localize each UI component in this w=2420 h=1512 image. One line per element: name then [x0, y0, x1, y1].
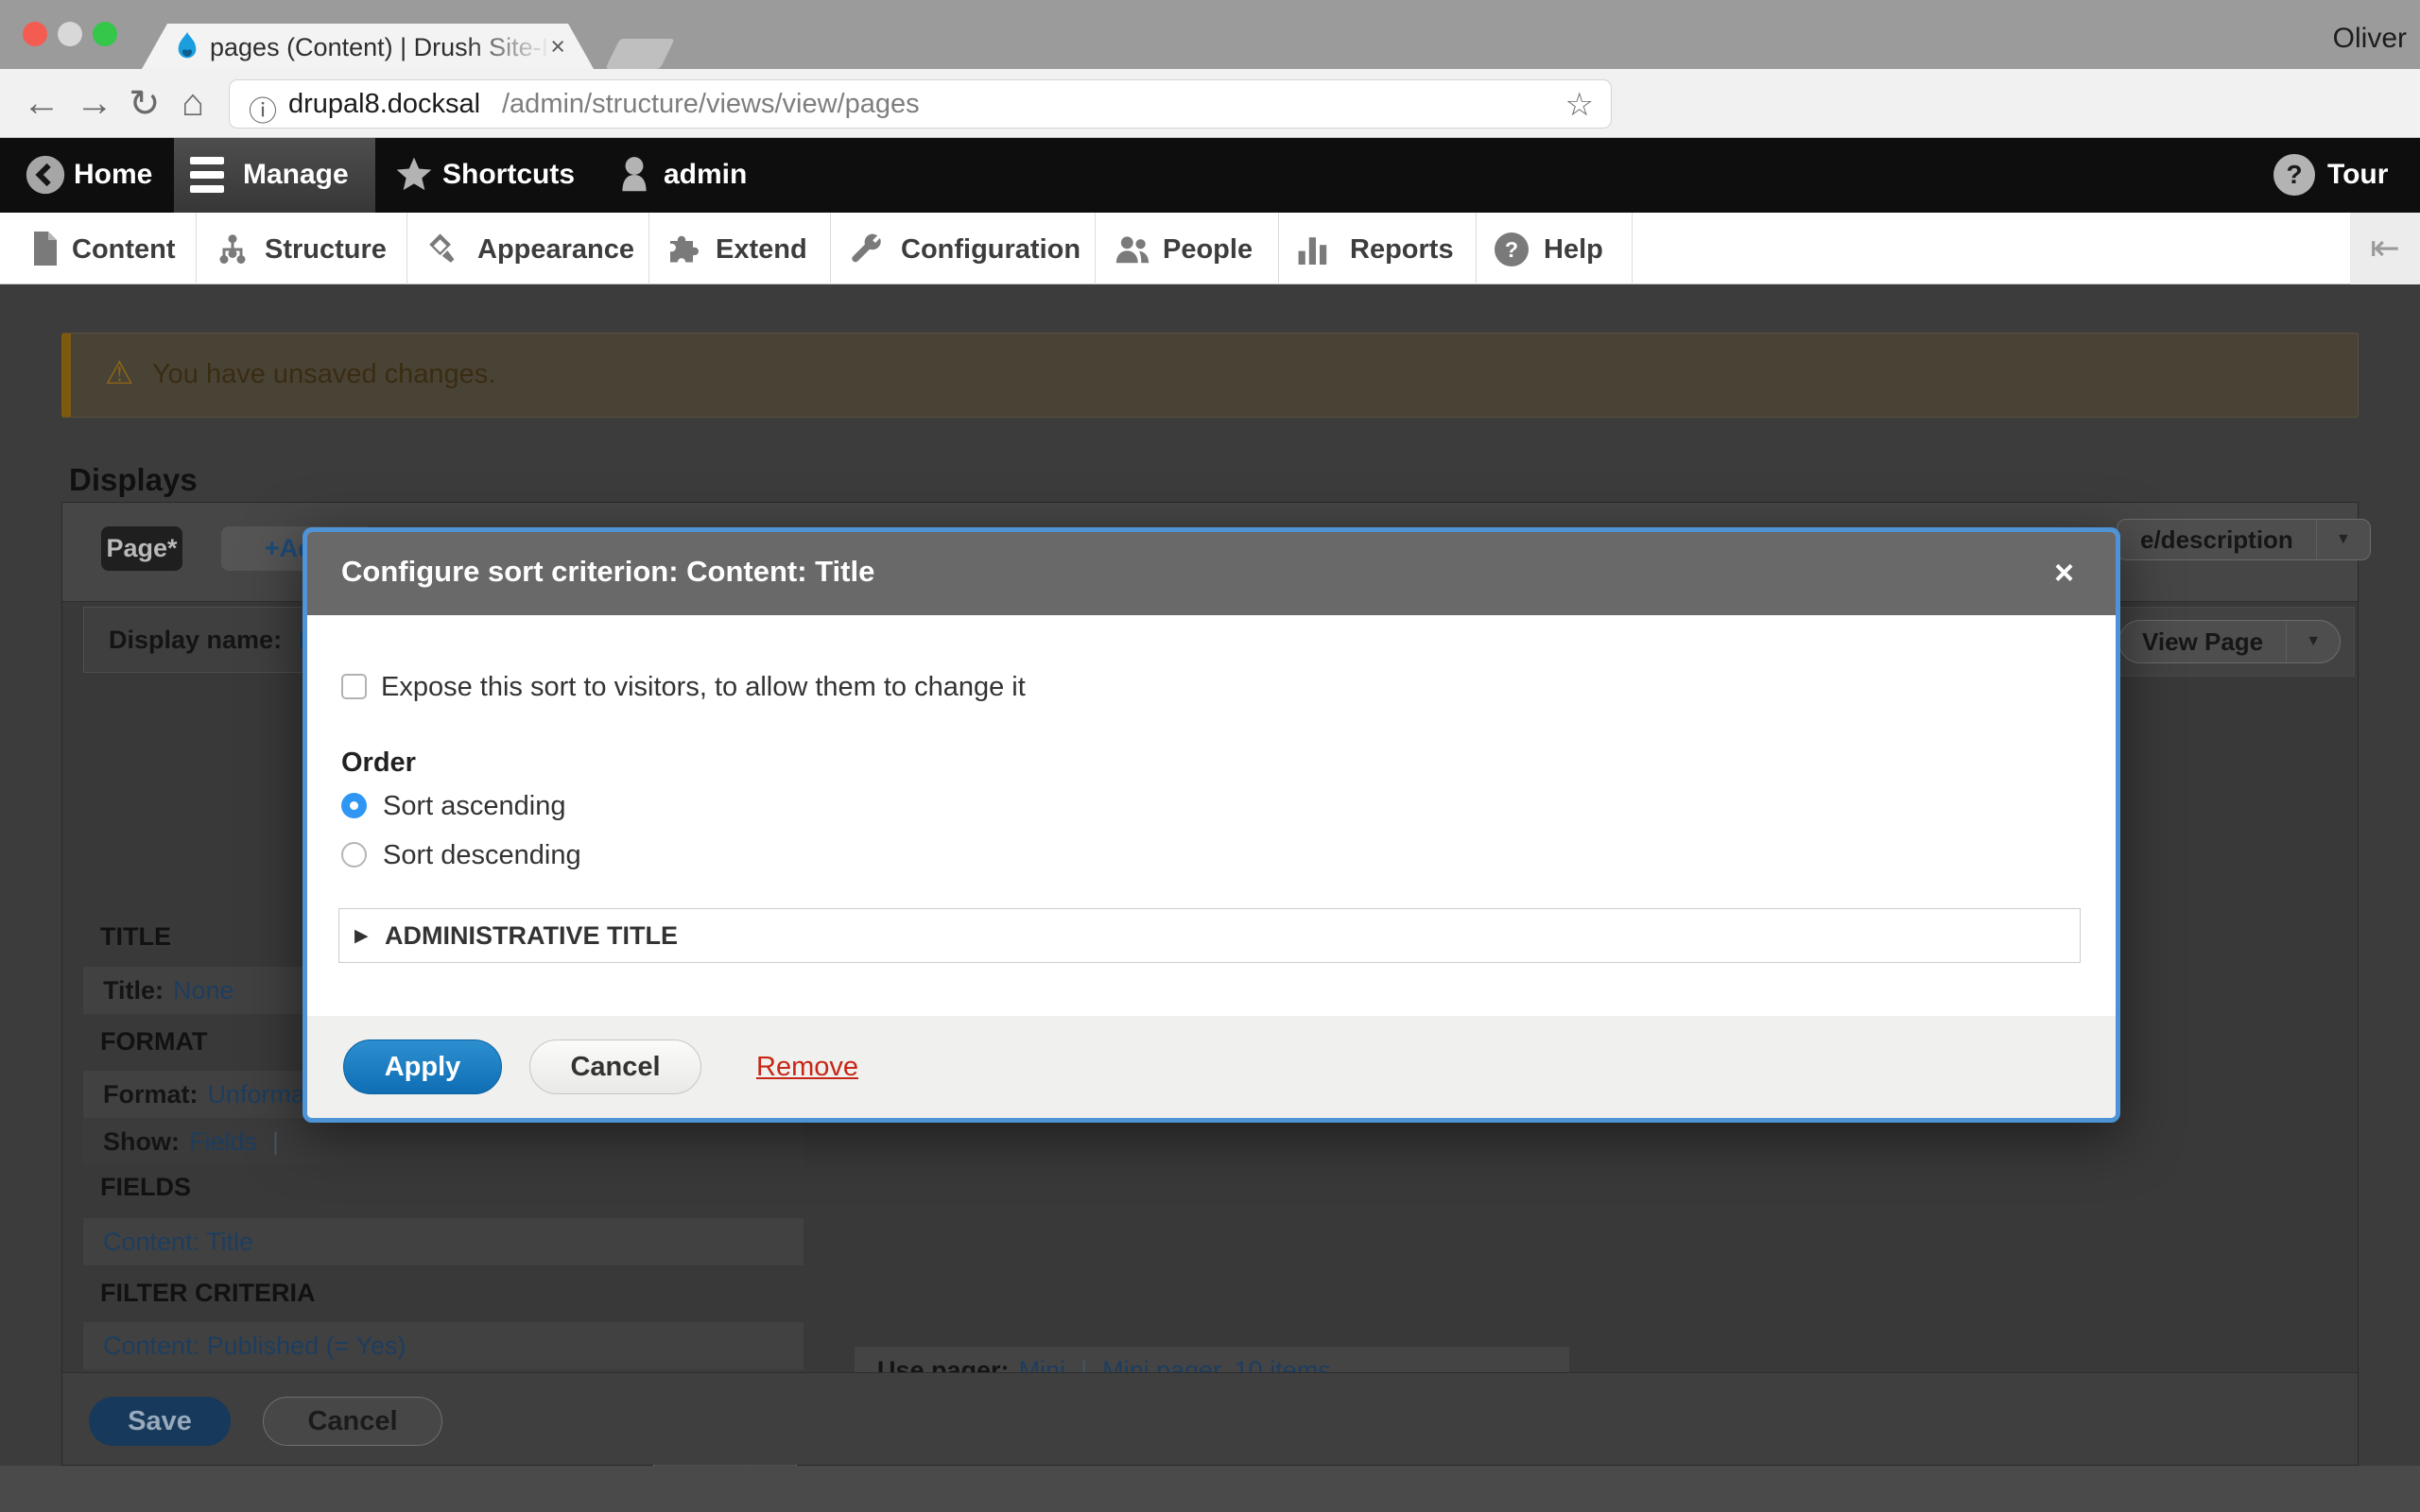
url-field[interactable]: ⓘ drupal8.docksal /admin/structure/views… [229, 79, 1612, 129]
back-icon[interactable]: ← [23, 82, 60, 125]
url-host: drupal8.docksal [288, 89, 480, 120]
remove-link[interactable]: Remove [756, 1052, 858, 1083]
save-button[interactable]: Save [89, 1397, 231, 1446]
modal-title: Configure sort criterion: Content: Title [341, 555, 874, 589]
home-icon[interactable]: ⌂ [182, 82, 204, 125]
star-icon [395, 156, 433, 194]
drupal-favicon-icon [174, 32, 200, 62]
view-page-button[interactable]: View Page ▼ [2118, 620, 2341, 663]
back-to-site-icon [25, 154, 66, 196]
format-link[interactable]: Unforma [208, 1080, 306, 1109]
tour-question-icon: ? [2273, 154, 2315, 196]
forward-icon[interactable]: → [76, 82, 113, 125]
browser-tab[interactable]: pages (Content) | Drush Site-In × [142, 24, 594, 69]
collapse-icon: ⇤ [2370, 229, 2400, 268]
people-icon [1114, 233, 1151, 266]
puzzle-icon [667, 232, 701, 266]
file-icon [31, 232, 60, 266]
title-section-header: TITLE [100, 922, 171, 952]
chevron-down-icon: ▼ [2317, 531, 2370, 548]
administrative-title-details[interactable]: ▶ ADMINISTRATIVE TITLE [338, 908, 2081, 963]
filter-row: Content: Published (= Yes) [83, 1322, 804, 1369]
sort-descending-radio[interactable] [341, 842, 367, 868]
wrench-icon [849, 232, 883, 266]
administrative-title-label: ADMINISTRATIVE TITLE [385, 921, 678, 951]
format-section-header: FORMAT [100, 1027, 207, 1057]
user-icon [616, 154, 652, 196]
fields-row: Content: Title [83, 1218, 804, 1265]
chevron-down-icon: ▼ [2287, 633, 2340, 650]
expose-sort-checkbox[interactable] [341, 674, 367, 699]
new-tab-button[interactable] [605, 39, 675, 69]
view-page-container: View Page ▼ [2105, 607, 2355, 677]
configure-sort-modal: Configure sort criterion: Content: Title… [302, 527, 2120, 1123]
modal-cancel-button[interactable]: Cancel [529, 1040, 701, 1094]
warning-icon: ⚠ [105, 354, 133, 392]
reload-icon[interactable]: ↻ [129, 82, 161, 126]
screen: pages (Content) | Drush Site-In × Oliver… [0, 0, 2420, 1512]
filter-section-header: FILTER CRITERIA [100, 1279, 315, 1308]
modal-close-icon[interactable]: × [2054, 553, 2074, 593]
drupal-menu-bar: Content Structure Appearance Extend Conf… [0, 213, 2420, 284]
toolbar-item-manage[interactable]: Manage [174, 138, 375, 213]
show-fields-link[interactable]: Fields [189, 1127, 257, 1157]
details-arrow-icon: ▶ [354, 925, 369, 947]
help-question-icon: ? [1495, 232, 1529, 266]
show-row: Show: Fields | [83, 1118, 804, 1165]
browser-toolbar: ← → ↻ ⌂ ⓘ drupal8.docksal /admin/structu… [0, 69, 2420, 138]
org-chart-icon [216, 232, 250, 266]
sort-ascending-label: Sort ascending [383, 791, 565, 822]
tab-title: pages (Content) | Drush Site-In [210, 33, 562, 62]
filter-published-link[interactable]: Content: Published (= Yes) [103, 1332, 406, 1361]
toolbar-collapse-button[interactable]: ⇤ [2350, 213, 2420, 284]
bookmark-star-icon[interactable]: ☆ [1565, 86, 1594, 124]
apply-button[interactable]: Apply [343, 1040, 502, 1094]
fields-section-header: FIELDS [100, 1173, 191, 1202]
paintbrush-icon [425, 232, 458, 266]
modal-footer: Apply Cancel Remove [307, 1016, 2116, 1118]
modal-header[interactable]: Configure sort criterion: Content: Title… [307, 532, 2116, 615]
window-close-button[interactable] [23, 22, 47, 46]
sort-descending-label: Sort descending [383, 840, 581, 871]
browser-profile-name[interactable]: Oliver [2333, 23, 2407, 55]
order-label: Order [341, 747, 416, 779]
bar-chart-icon [1297, 232, 1327, 266]
edit-view-name-button[interactable]: e/description ▼ [2117, 519, 2371, 560]
page-info-icon[interactable]: ⓘ [249, 88, 277, 129]
window-zoom-button[interactable] [93, 22, 117, 46]
modal-body: Expose this sort to visitors, to allow t… [307, 615, 2116, 1016]
warning-text: You have unsaved changes. [152, 359, 495, 390]
page-background [0, 1466, 2420, 1512]
browser-tab-bar: pages (Content) | Drush Site-In × Oliver [0, 0, 2420, 69]
tab-close-icon[interactable]: × [550, 32, 565, 61]
expose-sort-label: Expose this sort to visitors, to allow t… [381, 672, 1026, 703]
sort-ascending-radio[interactable] [341, 793, 367, 818]
fields-content-title-link[interactable]: Content: Title [103, 1228, 253, 1257]
unsaved-changes-warning: ⚠ You have unsaved changes. [61, 333, 2359, 418]
panel-footer: Save Cancel [62, 1372, 2358, 1465]
window-minimize-button[interactable] [58, 22, 82, 46]
display-tab-page[interactable]: Page* [101, 526, 182, 571]
displays-heading: Displays [69, 462, 198, 498]
title-none-link[interactable]: None [173, 976, 234, 1005]
drupal-admin-toolbar: Manage Home Shortcuts admin ? Tour [0, 138, 2420, 213]
url-path: /admin/structure/views/view/pages [502, 89, 920, 120]
cancel-button[interactable]: Cancel [263, 1397, 442, 1446]
